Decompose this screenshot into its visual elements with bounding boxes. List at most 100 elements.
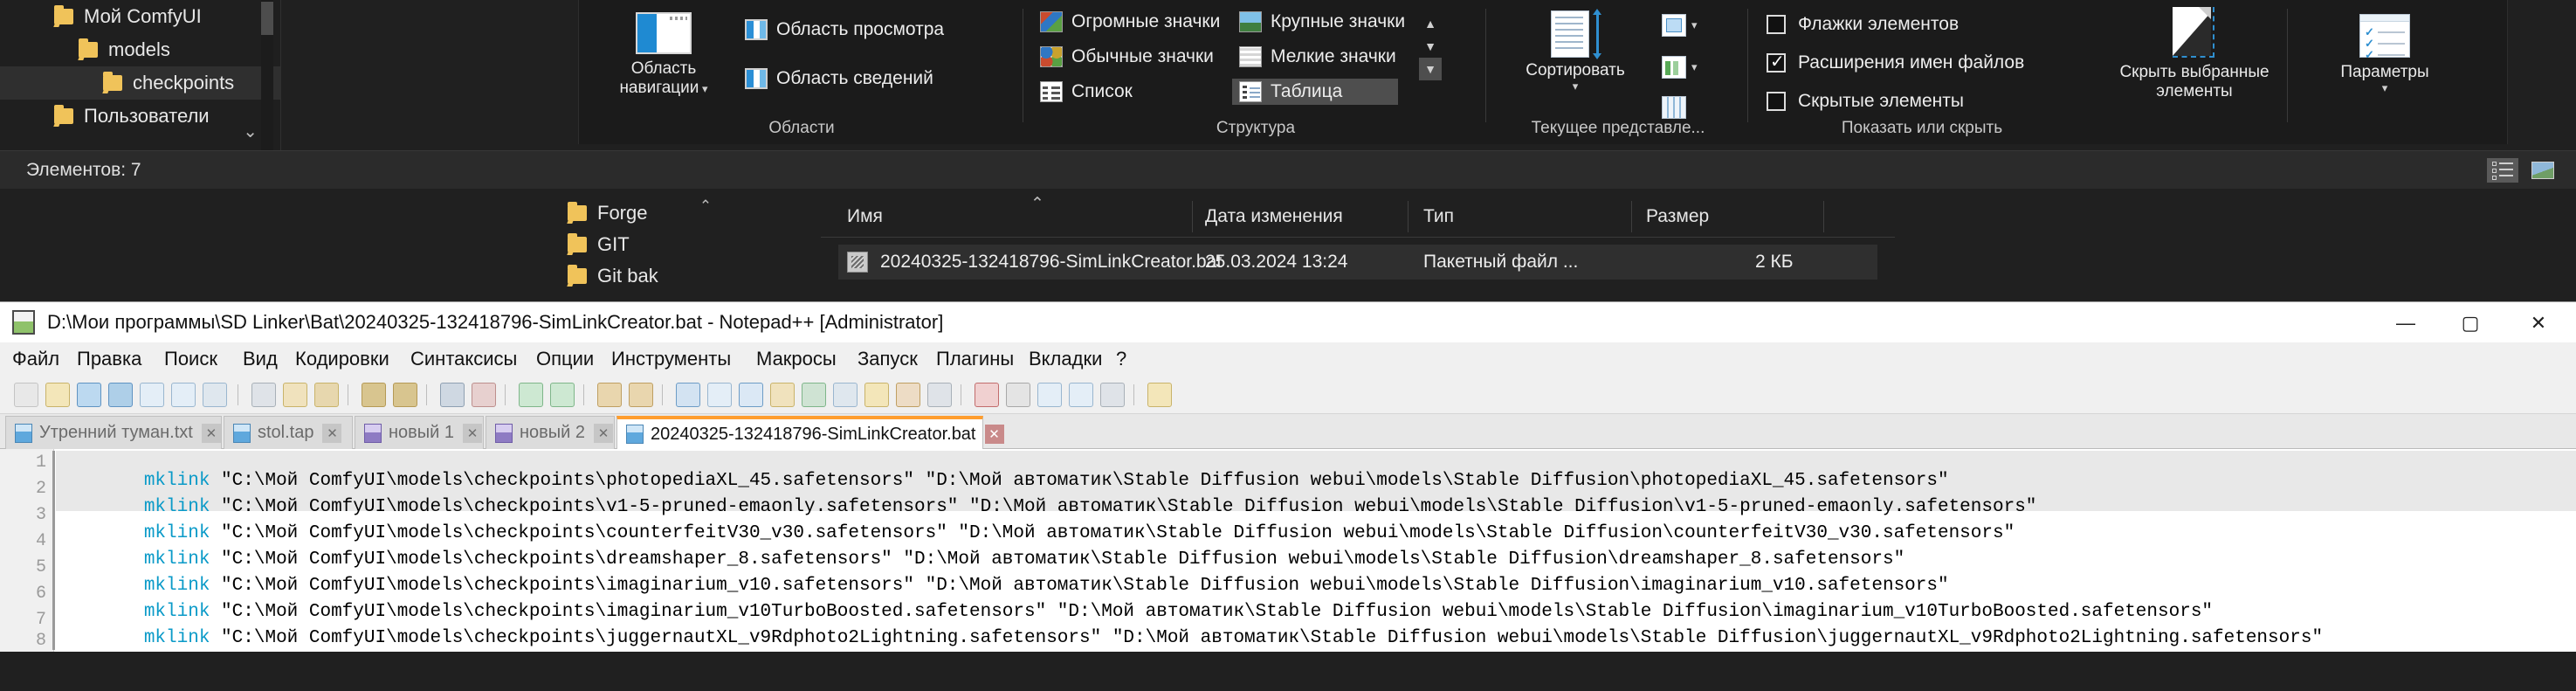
caret-down-icon[interactable]: ▾: [1501, 79, 1650, 93]
toolbar-cut-icon[interactable]: [251, 383, 276, 407]
nav-scrollbar[interactable]: [261, 0, 273, 150]
navigation-subtree[interactable]: Forge GIT Git bak: [541, 197, 699, 301]
nav-scrollbar-thumb[interactable]: [261, 2, 273, 35]
view-option-list[interactable]: Список: [1033, 79, 1140, 105]
checkbox-item-checkboxes[interactable]: Флажки элементов: [1767, 14, 1959, 35]
close-button[interactable]: ✕: [2508, 306, 2569, 341]
toolbar-open-folder-icon[interactable]: [927, 383, 952, 407]
view-option-large-icons[interactable]: Крупные значки: [1232, 9, 1412, 35]
toolbar-play-multiple-icon[interactable]: [1069, 383, 1093, 407]
toolbar-open-icon[interactable]: [45, 383, 70, 407]
doc-tab-stol-tap[interactable]: stol.tap ✕: [224, 416, 353, 449]
caret-down-icon[interactable]: ▾: [1691, 60, 1698, 74]
toolbar-user-lang-icon[interactable]: [770, 383, 795, 407]
code-editor[interactable]: 1 2 3 4 5 6 7 8 mklink "C:\Мой ComfyUI\m…: [0, 449, 2576, 652]
column-bars-button[interactable]: ▾: [1662, 56, 1698, 79]
menu-run[interactable]: Запуск: [858, 348, 918, 370]
column-header-size[interactable]: Размер: [1646, 206, 1709, 227]
nav-subtree-item-git[interactable]: GIT: [541, 229, 699, 260]
spinner-up-icon[interactable]: ▲: [1419, 12, 1442, 35]
file-list-row[interactable]: 20240325-132418796-SimLinkCreator.bat 25…: [838, 245, 1877, 280]
menu-search[interactable]: Поиск: [164, 348, 217, 370]
doc-tab-simlinkcreator[interactable]: 20240325-132418796-SimLinkCreator.bat ✕: [616, 416, 1004, 449]
view-list-spinner[interactable]: ▲ ▼ ▼: [1419, 12, 1442, 80]
size-columns-button[interactable]: [1662, 96, 1686, 119]
close-tab-icon[interactable]: ✕: [594, 423, 614, 443]
subtree-scrollbar[interactable]: ⌃: [699, 197, 713, 301]
maximize-button[interactable]: ▢: [2440, 306, 2501, 341]
navigation-pane[interactable]: Мой ComfyUI models checkpoints Пользоват…: [0, 0, 281, 150]
nav-subtree-item-gitbak[interactable]: Git bak: [541, 260, 699, 292]
notepad-title-bar[interactable]: D:\Мои программы\SD Linker\Bat\20240325-…: [0, 302, 2576, 342]
toolbar-save-all-icon[interactable]: [108, 383, 133, 407]
toolbar-close-all-icon[interactable]: [171, 383, 196, 407]
toolbar-indent-guide-icon[interactable]: [739, 383, 763, 407]
navigation-pane-button[interactable]: Область навигации ▾: [598, 12, 729, 98]
checkbox-icon-checked[interactable]: [1767, 51, 1786, 73]
menu-view[interactable]: Вид: [243, 348, 278, 370]
checkbox-item-file-extensions[interactable]: Расширения имен файлов: [1767, 51, 2024, 73]
toolbar-zoom-out-icon[interactable]: [550, 383, 575, 407]
toolbar-redo-icon[interactable]: [393, 383, 417, 407]
toolbar-sync-v-icon[interactable]: [597, 383, 622, 407]
toolbar-save-macro-icon[interactable]: [1100, 383, 1125, 407]
column-header-modified[interactable]: Дата изменения: [1205, 206, 1343, 227]
menu-language[interactable]: Синтаксисы: [410, 348, 517, 370]
column-header-type[interactable]: Тип: [1423, 206, 1454, 227]
menu-file[interactable]: Файл: [12, 348, 59, 370]
toolbar-sync-h-icon[interactable]: [629, 383, 653, 407]
toolbar-func-list-icon[interactable]: [833, 383, 858, 407]
details-pane-button[interactable]: Область сведений: [745, 68, 933, 89]
column-divider[interactable]: [1823, 201, 1824, 232]
toolbar-play-macro-icon[interactable]: [1037, 383, 1062, 407]
checkbox-item-hidden-items[interactable]: Скрытые элементы: [1767, 91, 1964, 112]
column-divider[interactable]: [1408, 201, 1409, 232]
caret-down-icon[interactable]: ▾: [2315, 81, 2455, 95]
view-option-medium-icons[interactable]: Обычные значки: [1033, 44, 1221, 70]
nav-tree-item-1[interactable]: models: [0, 33, 280, 66]
menu-encoding[interactable]: Кодировки: [295, 348, 389, 370]
view-option-details[interactable]: Таблица: [1232, 79, 1398, 105]
toolbar-word-wrap-icon[interactable]: [676, 383, 700, 407]
details-view-button[interactable]: [2487, 158, 2518, 183]
nav-tree-item-3[interactable]: Пользователи: [0, 100, 280, 133]
column-divider[interactable]: [1192, 201, 1193, 232]
toolbar-stop-macro-icon[interactable]: [1006, 383, 1030, 407]
sort-button[interactable]: Сортировать ▾: [1501, 9, 1650, 93]
caret-down-icon[interactable]: ▾: [699, 82, 708, 95]
view-option-huge-icons[interactable]: Огромные значки: [1033, 9, 1227, 35]
menu-plugins[interactable]: Плагины: [936, 348, 1014, 370]
toolbar-close-icon[interactable]: [140, 383, 164, 407]
toolbar-run-icon[interactable]: [1147, 383, 1172, 407]
view-option-small-icons[interactable]: Мелкие значки: [1232, 44, 1403, 70]
nav-subtree-item-forge[interactable]: Forge: [541, 197, 699, 229]
doc-tab-novyy-2[interactable]: новый 2 ✕: [486, 416, 615, 449]
spinner-expand-icon[interactable]: ▼: [1419, 58, 1442, 80]
close-tab-icon[interactable]: ✕: [984, 425, 1004, 444]
checkbox-icon[interactable]: [1767, 92, 1786, 111]
nav-tree-item-checkpoints[interactable]: checkpoints: [0, 66, 280, 100]
toolbar-undo-icon[interactable]: [362, 383, 386, 407]
options-button[interactable]: ✓ ✓ ✓ Параметры ▾: [2315, 14, 2455, 95]
add-columns-button[interactable]: ▾: [1662, 14, 1698, 37]
doc-tab-utrenniy-tuman[interactable]: Утренний туман.txt ✕: [5, 416, 222, 449]
menu-help[interactable]: ?: [1116, 348, 1126, 370]
chevron-down-icon[interactable]: ⌄: [243, 121, 258, 142]
minimize-button[interactable]: —: [2375, 306, 2436, 341]
column-divider[interactable]: [1631, 201, 1632, 232]
toolbar-invisible-chars-icon[interactable]: [707, 383, 732, 407]
toolbar-new-icon[interactable]: [14, 383, 38, 407]
preview-pane-button[interactable]: Область просмотра: [745, 19, 944, 40]
doc-tab-novyy-1[interactable]: новый 1 ✕: [355, 416, 484, 449]
toolbar-find-icon[interactable]: [440, 383, 465, 407]
hide-selected-items-button[interactable]: Скрыть выбранные элементы: [2107, 7, 2282, 101]
nav-tree-item-0[interactable]: Мой ComfyUI: [0, 0, 280, 33]
close-tab-icon[interactable]: ✕: [463, 423, 483, 443]
toolbar-doc-map-icon[interactable]: [802, 383, 826, 407]
caret-down-icon[interactable]: ▾: [1691, 18, 1698, 32]
toolbar-folder-workspace-icon[interactable]: [864, 383, 889, 407]
close-tab-icon[interactable]: ✕: [322, 423, 342, 443]
checkbox-icon[interactable]: [1767, 15, 1786, 34]
toolbar-replace-icon[interactable]: [472, 383, 496, 407]
menu-tools[interactable]: Инструменты: [611, 348, 731, 370]
